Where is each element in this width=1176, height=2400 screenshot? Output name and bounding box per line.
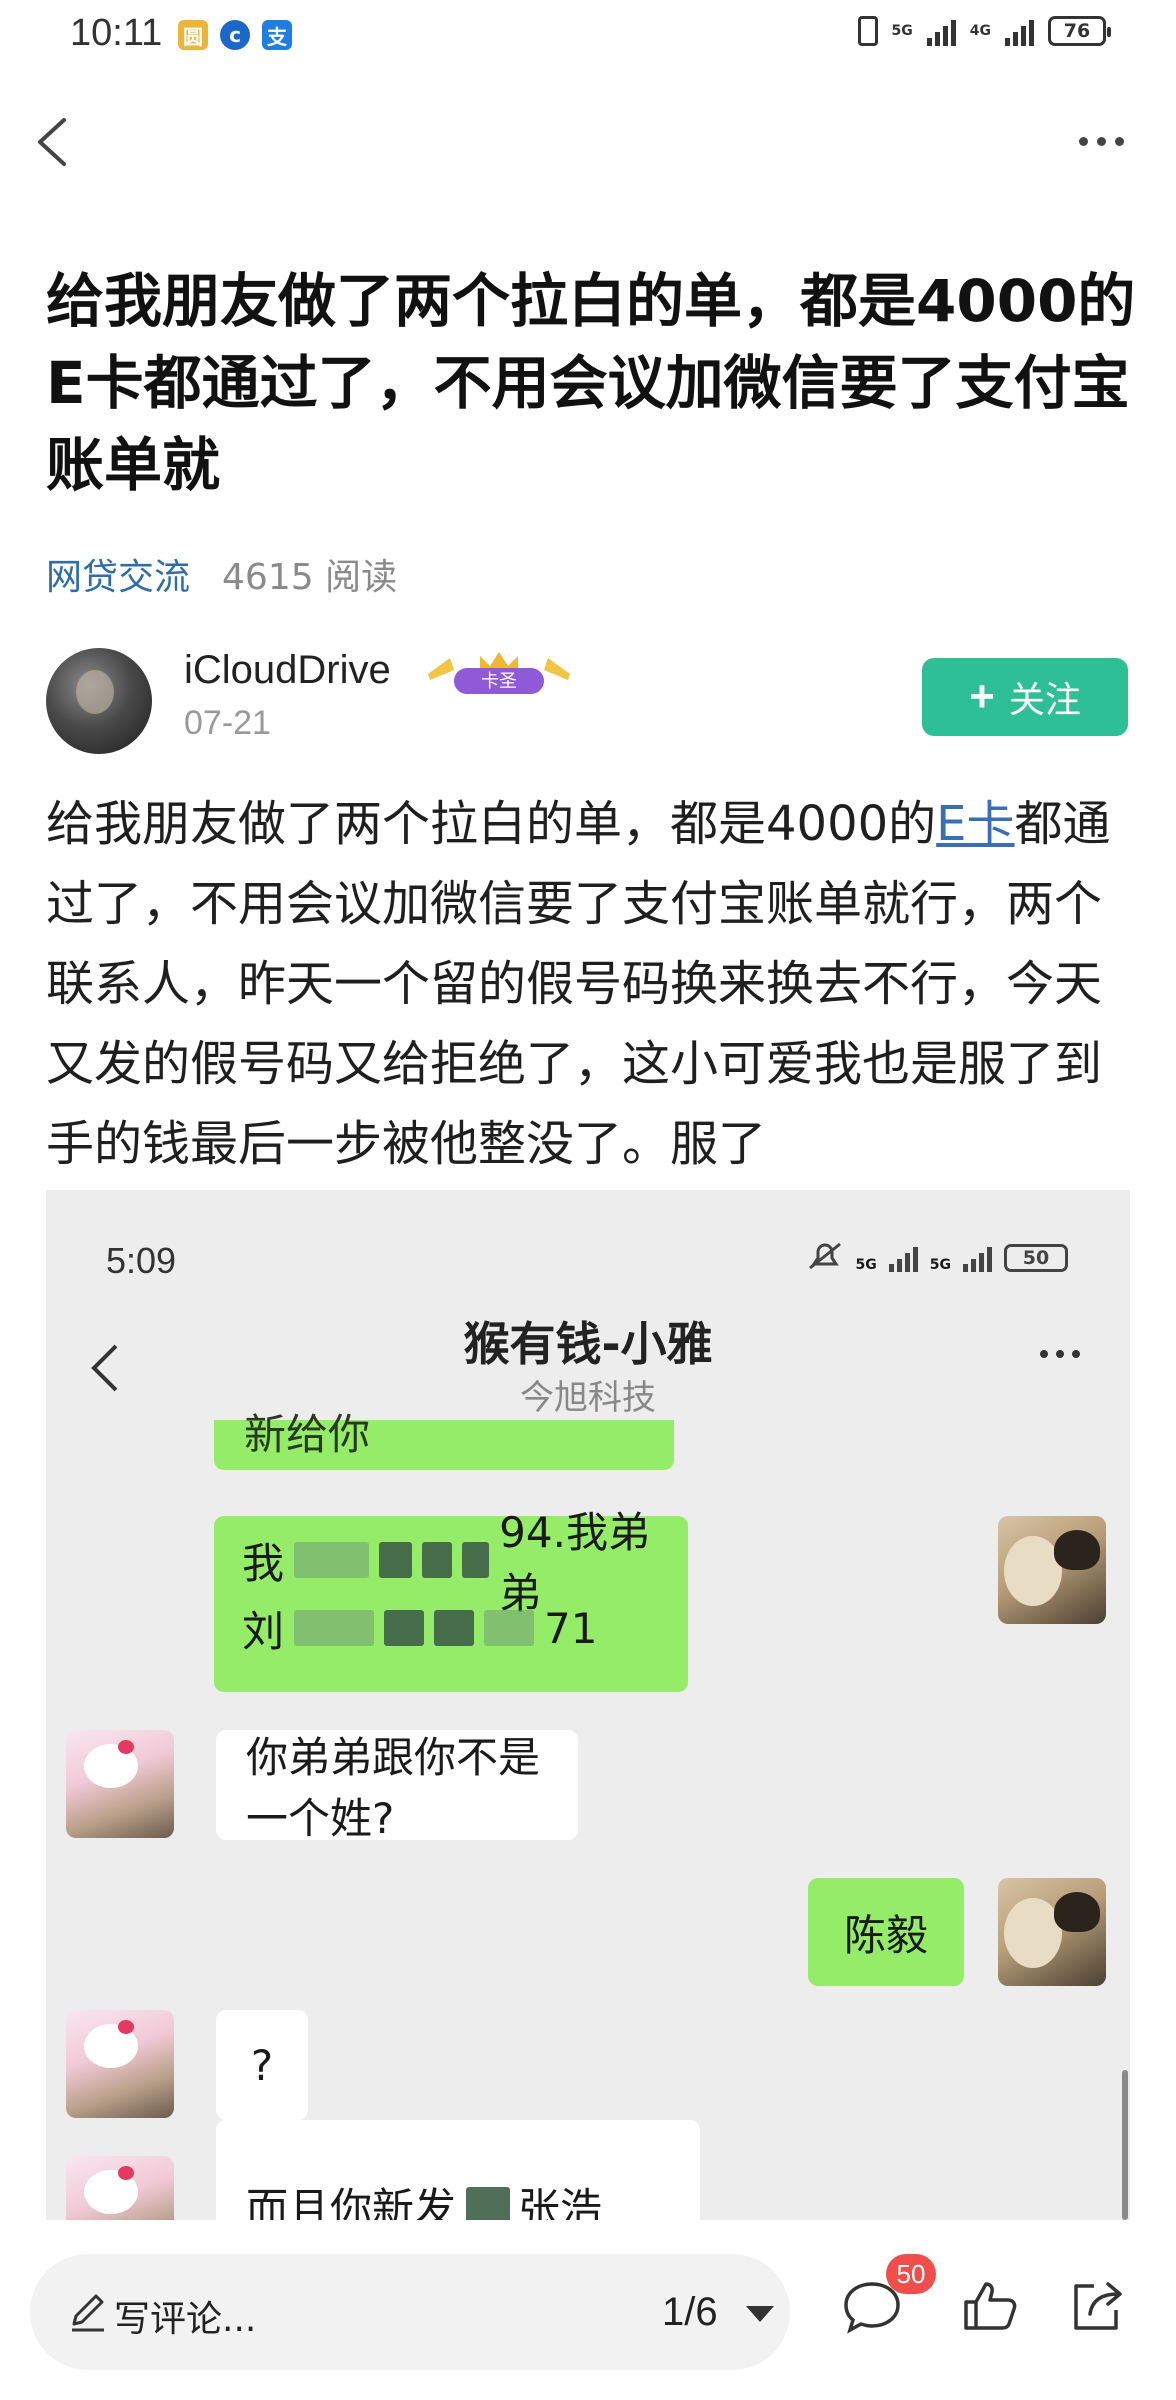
author-name[interactable]: iCloudDrive — [184, 648, 391, 693]
post-date: 07-21 — [184, 704, 271, 742]
chat-bubble: 陈毅 — [808, 1878, 964, 1986]
image-pager[interactable]: 1/6 — [662, 2290, 718, 2335]
share-icon[interactable] — [1064, 2274, 1128, 2338]
chat-bubble: ? — [216, 2010, 308, 2120]
redaction-blur — [434, 1610, 475, 1646]
chat-bubble: 我 94.我弟弟 刘 71 — [214, 1508, 688, 1692]
e-card-link[interactable]: E卡 — [936, 796, 1014, 852]
article-body: 给我朋友做了两个拉白的单，都是4000的E卡都通过了，不用会议加微信要了支付宝账… — [46, 784, 1136, 1184]
vibrate-icon — [857, 16, 878, 46]
category-link[interactable]: 网贷交流 — [46, 548, 190, 600]
chat-text: 新给你 — [244, 1409, 371, 1459]
redaction-blur — [384, 1610, 425, 1646]
redaction-blur — [484, 1610, 535, 1646]
mute-icon — [808, 1242, 841, 1270]
screenshot-status: 5G 5G 50 — [806, 1242, 1068, 1272]
chat-bubble: 你弟弟跟你不是一个姓? — [216, 1730, 578, 1843]
body-text-2: 都通过了，不用会议加微信要了支付宝账单就行，两个联系人，昨天一个留的假号码换来换… — [46, 796, 1111, 1172]
app-notification-icon: 圆 — [178, 20, 208, 50]
comment-input[interactable]: 写评论... 1/6 — [30, 2254, 790, 2370]
status-bar: 10:11 圆 c 支 5G 4G 76 — [0, 0, 1176, 72]
chat-text: 张浩 — [518, 2183, 603, 2221]
top-nav — [0, 96, 1176, 186]
article-title: 给我朋友做了两个拉白的单，都是4000的E卡都通过了，不用会议加微信要了支付宝账… — [46, 267, 1136, 499]
chat-text: ? — [250, 2040, 274, 2090]
back-button[interactable] — [26, 110, 86, 174]
sender-avatar — [998, 1878, 1106, 1986]
signal-icon-2 — [1005, 16, 1034, 46]
chat-text: 71 — [544, 1603, 598, 1653]
pager-dropdown-icon[interactable] — [746, 2306, 774, 2322]
embedded-screenshot[interactable]: 5:09 5G 5G 50 猴有钱-小雅 今旭科技 新给你 我 94.我弟弟 刘 — [46, 1190, 1130, 2220]
chat-title: 猴有钱-小雅 — [463, 1317, 713, 1371]
more-dot-icon — [1114, 136, 1124, 146]
screenshot-scrollbar — [1122, 2070, 1128, 2220]
redaction-blur — [466, 2187, 511, 2220]
more-dot-icon — [1078, 136, 1088, 146]
status-time: 10:11 — [70, 12, 163, 54]
network-type-1: 5G — [891, 23, 913, 39]
screenshot-net-2: 5G — [929, 1257, 951, 1273]
chat-text: 我 — [242, 1538, 285, 1588]
recipient-avatar — [66, 2156, 174, 2220]
chat-line: 刘 71 — [242, 1603, 598, 1656]
thumbs-up-icon[interactable] — [958, 2274, 1022, 2338]
screenshot-signal-icon-2 — [963, 1246, 992, 1272]
plus-icon: + — [969, 672, 995, 721]
screenshot-signal-icon — [888, 1246, 918, 1272]
chat-text: 你弟弟跟你不是一个姓? — [246, 1733, 541, 1843]
signal-icon — [926, 16, 956, 46]
body-text-1: 给我朋友做了两个拉白的单，都是4000的 — [46, 796, 937, 852]
screenshot-time: 5:09 — [106, 1240, 177, 1281]
follow-label: 关注 — [1008, 679, 1081, 720]
read-count: 4615 阅读 — [222, 557, 398, 598]
author-badge: 卡圣 — [428, 652, 570, 694]
author-avatar[interactable] — [46, 648, 152, 754]
screenshot-net-1: 5G — [855, 1257, 877, 1273]
comment-placeholder: 写评论... — [114, 2299, 257, 2340]
chat-more-icon — [1040, 1350, 1080, 1358]
badge-label: 卡圣 — [481, 671, 517, 692]
chevron-left-icon — [38, 118, 66, 166]
screenshot-battery-icon: 50 — [1004, 1244, 1068, 1272]
alipay-notification-icon: 支 — [262, 20, 292, 50]
sender-avatar — [998, 1516, 1106, 1624]
battery-icon: 76 — [1048, 16, 1111, 46]
redaction-blur — [294, 1610, 375, 1646]
browser-notification-icon: c — [220, 20, 250, 50]
chat-bubble: 新给你 — [214, 1410, 674, 1470]
network-type-2: 4G — [969, 23, 991, 39]
recipient-avatar — [66, 2010, 174, 2118]
follow-button[interactable]: + 关注 — [922, 658, 1128, 736]
article-meta: 网贷交流 4615 阅读 — [46, 548, 397, 600]
chat-text: 刘 — [242, 1606, 285, 1656]
redaction-blur — [379, 1542, 413, 1578]
chat-text: 而且你新发 — [246, 2183, 457, 2221]
comment-count-badge: 50 — [886, 2254, 936, 2294]
more-dot-icon — [1096, 136, 1106, 146]
chat-line: 我 94.我弟弟 — [242, 1508, 660, 1618]
redaction-blur — [422, 1542, 453, 1578]
pen-icon — [72, 2294, 104, 2332]
redaction-blur — [462, 1542, 490, 1578]
chat-text: 陈毅 — [843, 1910, 928, 1960]
chat-bubble: 而且你新发 张浩 — [216, 2120, 700, 2220]
status-right: 5G 4G 76 — [857, 16, 1111, 46]
status-app-icons: 圆 c 支 — [178, 20, 292, 50]
more-options-button[interactable] — [1066, 116, 1136, 166]
bottom-action-bar: 写评论... 1/6 50 — [0, 2224, 1176, 2400]
recipient-avatar — [66, 1730, 174, 1838]
redaction-blur — [294, 1542, 370, 1578]
chat-subtitle: 今旭科技 — [520, 1378, 656, 1418]
